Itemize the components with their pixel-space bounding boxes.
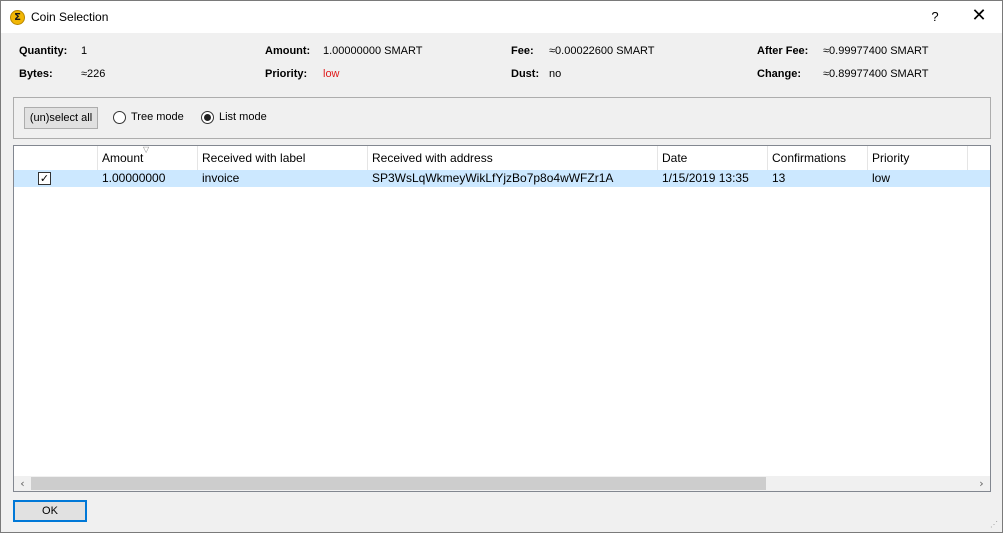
column-header-label[interactable]: Received with label <box>198 146 368 170</box>
column-header-date[interactable]: Date <box>658 146 768 170</box>
amount-value: 1.00000000 SMART <box>323 45 423 57</box>
tree-mode-label[interactable]: Tree mode <box>131 111 184 123</box>
coin-selection-window: Σ Coin Selection ? ✕ Quantity: 1 Bytes: … <box>0 0 1003 533</box>
scroll-right-icon[interactable]: › <box>973 476 990 491</box>
column-header-priority[interactable]: Priority <box>868 146 968 170</box>
bytes-label: Bytes: <box>19 68 53 80</box>
fee-label: Fee: <box>511 45 534 57</box>
radio-selected-dot <box>204 114 211 121</box>
quantity-label: Quantity: <box>19 45 68 57</box>
quantity-value: 1 <box>81 45 88 57</box>
coin-checkbox[interactable]: ✓ <box>38 172 51 185</box>
coin-table: Amount ▽ Received with label Received wi… <box>13 145 991 492</box>
bytes-value: ≈226 <box>81 68 106 80</box>
sort-descending-icon: ▽ <box>143 145 150 154</box>
scrollbar-thumb[interactable] <box>31 477 766 490</box>
ok-button[interactable]: OK <box>13 500 87 522</box>
after-fee-label: After Fee: <box>757 45 809 57</box>
cell-confirmations: 13 <box>772 171 786 185</box>
close-button[interactable]: ✕ <box>957 1 1001 33</box>
list-mode-radio[interactable] <box>201 111 214 124</box>
help-button[interactable]: ? <box>913 1 957 33</box>
dust-value: no <box>549 68 562 80</box>
mode-toolbar: (un)select all Tree mode List mode <box>13 97 991 139</box>
title-bar: Σ Coin Selection ? ✕ <box>1 1 1002 33</box>
column-header-address[interactable]: Received with address <box>368 146 658 170</box>
tree-mode-radio[interactable] <box>113 111 126 124</box>
column-header-confirmations[interactable]: Confirmations <box>768 146 868 170</box>
list-mode-label[interactable]: List mode <box>219 111 267 123</box>
cell-amount: 1.00000000 <box>102 171 166 185</box>
table-row[interactable]: ✓ 1.00000000 invoice SP3WsLqWkmeyWikLfYj… <box>14 170 990 187</box>
cell-priority: low <box>872 171 891 185</box>
change-label: Change: <box>757 68 801 80</box>
horizontal-scrollbar[interactable]: ‹ › <box>14 476 990 491</box>
cell-address: SP3WsLqWkmeyWikLfYjzBo7p8o4wWFZr1A <box>372 171 614 185</box>
dust-label: Dust: <box>511 68 540 80</box>
column-header-check[interactable] <box>14 146 98 170</box>
fee-value: ≈0.00022600 SMART <box>549 45 655 57</box>
table-header: Amount ▽ Received with label Received wi… <box>14 146 990 170</box>
priority-label: Priority: <box>265 68 308 80</box>
cell-label: invoice <box>202 171 240 185</box>
window-title: Coin Selection <box>31 10 109 24</box>
after-fee-value: ≈0.99977400 SMART <box>823 45 929 57</box>
cell-date: 1/15/2019 13:35 <box>662 171 749 185</box>
smartcash-app-icon: Σ <box>10 10 25 25</box>
unselect-all-button[interactable]: (un)select all <box>24 107 98 129</box>
change-value: ≈0.89977400 SMART <box>823 68 929 80</box>
resize-grip-icon[interactable]: ⋰ <box>990 520 1000 530</box>
summary-panel: Quantity: 1 Bytes: ≈226 Amount: 1.000000… <box>1 43 1002 87</box>
scroll-left-icon[interactable]: ‹ <box>14 476 31 491</box>
priority-value: low <box>323 68 340 80</box>
amount-label: Amount: <box>265 45 311 57</box>
